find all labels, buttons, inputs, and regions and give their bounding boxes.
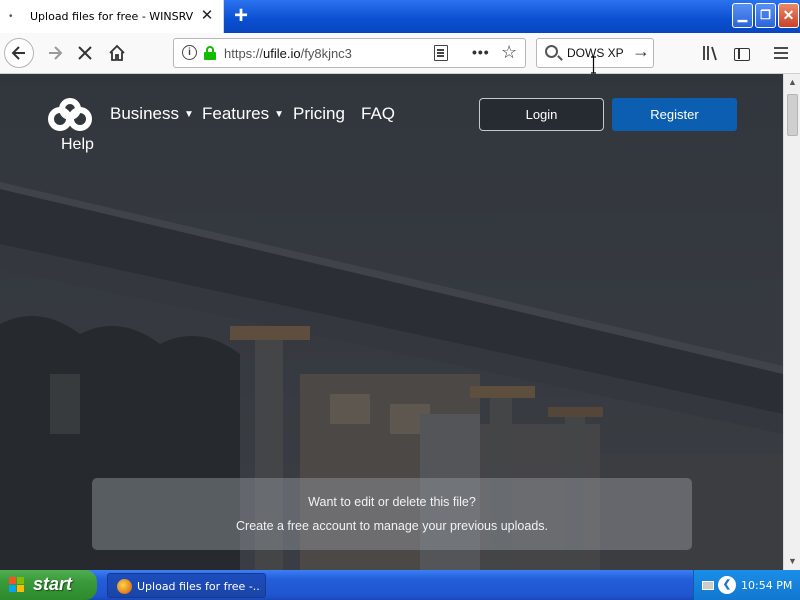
forward-button[interactable] — [40, 38, 70, 68]
library-button[interactable] — [696, 38, 726, 68]
windows-flag-icon — [9, 577, 26, 593]
scroll-up-icon[interactable]: ▲ — [785, 75, 800, 90]
new-tab-button[interactable]: + — [229, 3, 253, 29]
sidebar-icon — [734, 48, 750, 61]
nav-help-link[interactable]: Help — [61, 136, 94, 154]
tab-loading-icon: • — [9, 11, 13, 22]
nav-business-link[interactable]: Business ▼ — [110, 104, 194, 124]
start-label: start — [33, 574, 73, 594]
url-text[interactable]: https://ufile.io/fy8kjnc3 — [224, 46, 352, 61]
hamburger-menu-button[interactable] — [766, 38, 796, 68]
notice-line-2[interactable]: Create a free account to manage your pre… — [92, 519, 692, 533]
scrollbar-thumb[interactable] — [787, 94, 798, 136]
url-path: /fy8kjnc3 — [300, 46, 352, 61]
web-page: Business ▼ Features ▼ Pricing FAQ Help Log… — [0, 74, 783, 570]
address-bar[interactable]: i https://ufile.io/fy8kjnc3 ••• ☆ — [173, 38, 526, 68]
nav-pricing-link[interactable]: Pricing — [293, 104, 345, 124]
firefox-icon — [117, 579, 132, 594]
browser-tab-strip: • Upload files for free - WINSRV200 ✕ + … — [0, 0, 800, 33]
stop-loading-button[interactable] — [70, 38, 100, 68]
taskbar-item-label: Upload files for free -... — [137, 580, 261, 593]
search-icon — [545, 45, 558, 58]
ufile-logo-icon[interactable] — [46, 98, 94, 136]
page-actions-icon[interactable]: ••• — [472, 44, 490, 60]
notice-line-1: Want to edit or delete this file? — [308, 495, 476, 509]
secure-lock-icon[interactable] — [204, 46, 216, 60]
url-host: ufile.io — [263, 46, 301, 61]
stop-x-icon — [78, 46, 92, 60]
window-close-button[interactable]: ✕ — [778, 3, 799, 28]
clock[interactable]: 10:54 PM — [741, 579, 792, 592]
keyboard-icon[interactable] — [702, 581, 714, 590]
chevron-down-icon: ▼ — [183, 109, 194, 120]
nav-business-label: Business — [110, 104, 179, 123]
system-tray: ❮ 10:54 PM — [693, 570, 800, 600]
browser-toolbar: i https://ufile.io/fy8kjnc3 ••• ☆ DOWS X… — [0, 33, 800, 74]
nav-features-label: Features — [202, 104, 270, 123]
account-notice-banner: Want to edit or delete this file? Create… — [92, 478, 692, 550]
forward-arrow-icon — [49, 46, 63, 60]
scroll-down-icon[interactable]: ▼ — [785, 554, 800, 569]
site-info-icon[interactable]: i — [182, 45, 197, 60]
restore-button[interactable]: ❐ — [755, 3, 776, 28]
register-button[interactable]: Register — [612, 98, 737, 131]
library-icon — [703, 46, 717, 61]
tab-close-icon[interactable]: ✕ — [198, 6, 216, 26]
hamburger-icon — [774, 47, 788, 59]
windows-taskbar: start Upload files for free -... ❮ 10:54… — [0, 570, 800, 600]
login-button[interactable]: Login — [479, 98, 604, 131]
tab-title: Upload files for free - WINSRV200 — [30, 10, 194, 23]
search-go-arrow-icon[interactable]: → — [632, 41, 650, 62]
browser-tab[interactable]: • Upload files for free - WINSRV200 ✕ — [0, 0, 224, 33]
sidebar-toggle-button[interactable] — [727, 38, 757, 68]
tray-expand-icon[interactable]: ❮ — [718, 576, 736, 594]
minimize-button[interactable]: ▁ — [732, 3, 753, 28]
url-prefix: https:// — [224, 46, 264, 61]
text-cursor-icon — [591, 56, 596, 74]
nav-faq-link[interactable]: FAQ — [361, 104, 395, 124]
chevron-down-icon: ▼ — [274, 109, 284, 120]
bookmark-star-icon[interactable]: ☆ — [501, 42, 517, 63]
start-button[interactable]: start — [0, 570, 97, 600]
taskbar-item-firefox[interactable]: Upload files for free -... — [107, 573, 266, 598]
back-button[interactable] — [4, 38, 34, 68]
reader-view-icon[interactable] — [434, 45, 448, 61]
back-arrow-icon — [11, 46, 25, 60]
vertical-scrollbar[interactable]: ▲ ▼ — [783, 74, 800, 570]
home-button[interactable] — [102, 38, 132, 68]
nav-features-link[interactable]: Features ▼ — [202, 104, 284, 124]
home-icon — [109, 44, 125, 61]
